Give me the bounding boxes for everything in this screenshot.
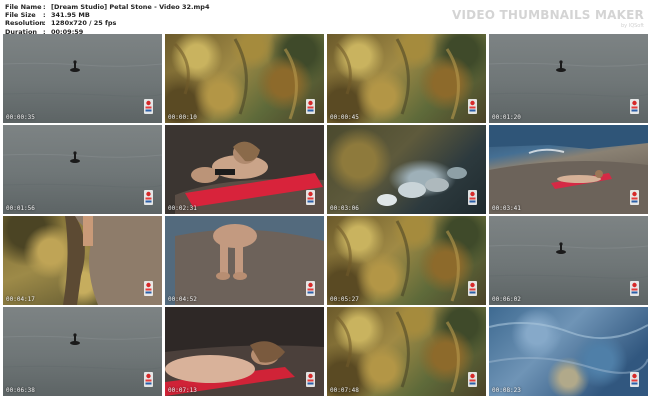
resolution-value: 1280x720 / 25 fps — [51, 19, 117, 28]
file-size-row: File Size : 341.95 MB — [5, 11, 90, 20]
brand-title: VIDEO THUMBNAILS MAKER — [452, 8, 644, 22]
studio-logo-icon — [306, 281, 315, 296]
video-thumbnail[interactable]: 00:06:02 — [489, 216, 648, 305]
resolution-row: Resolution : 1280x720 / 25 fps — [5, 19, 117, 28]
video-thumbnail[interactable]: 00:02:31 — [165, 125, 324, 214]
studio-logo-icon — [630, 281, 639, 296]
file-name-row: File Name : [Dream Studio] Petal Stone -… — [5, 3, 210, 11]
file-size-value: 341.95 MB — [51, 11, 90, 20]
video-thumbnail[interactable]: 00:00:35 — [3, 34, 162, 123]
studio-logo-icon — [630, 99, 639, 114]
thumbnail-timestamp: 00:00:10 — [168, 114, 197, 121]
thumbnail-timestamp: 00:06:38 — [6, 387, 35, 394]
brand-subtitle: by IQSoft — [621, 23, 644, 29]
thumbnail-timestamp: 00:03:41 — [492, 205, 521, 212]
thumbnail-timestamp: 00:01:56 — [6, 205, 35, 212]
thumbnail-timestamp: 00:07:48 — [330, 387, 359, 394]
info-header: File Name : [Dream Studio] Petal Stone -… — [0, 0, 650, 36]
video-thumbnail[interactable]: 00:07:13 — [165, 307, 324, 396]
video-thumbnail[interactable]: 00:01:56 — [3, 125, 162, 214]
studio-logo-icon — [468, 99, 477, 114]
studio-logo-icon — [144, 190, 153, 205]
studio-logo-icon — [468, 372, 477, 387]
video-thumbnail[interactable]: 00:03:06 — [327, 125, 486, 214]
studio-logo-icon — [144, 281, 153, 296]
video-thumbnail[interactable]: 00:07:48 — [327, 307, 486, 396]
thumbnail-timestamp: 00:01:20 — [492, 114, 521, 121]
video-thumbnail[interactable]: 00:05:27 — [327, 216, 486, 305]
video-thumbnail[interactable]: 00:03:41 — [489, 125, 648, 214]
file-size-label: File Size — [5, 11, 36, 20]
video-thumbnail[interactable]: 00:01:20 — [489, 34, 648, 123]
studio-logo-icon — [306, 190, 315, 205]
thumbnail-timestamp: 00:00:35 — [6, 114, 35, 121]
studio-logo-icon — [468, 190, 477, 205]
video-thumbnail[interactable]: 00:08:23 — [489, 307, 648, 396]
video-thumbnail[interactable]: 00:00:10 — [165, 34, 324, 123]
thumbnail-timestamp: 00:03:06 — [330, 205, 359, 212]
thumbnail-grid: 00:00:35 00:00:10 00:00:45 00:01:20 00:01:56… — [3, 34, 648, 396]
studio-logo-icon — [630, 372, 639, 387]
thumbnail-timestamp: 00:04:17 — [6, 296, 35, 303]
thumbnail-timestamp: 00:06:02 — [492, 296, 521, 303]
studio-logo-icon — [144, 99, 153, 114]
thumbnail-timestamp: 00:04:52 — [168, 296, 197, 303]
thumbnail-timestamp: 00:02:31 — [168, 205, 197, 212]
file-name-value: [Dream Studio] Petal Stone - Video 32.mp… — [51, 3, 210, 11]
brand-watermark: VIDEO THUMBNAILS MAKER by IQSoft — [452, 8, 644, 29]
thumbnail-timestamp: 00:05:27 — [330, 296, 359, 303]
studio-logo-icon — [468, 281, 477, 296]
thumbnail-timestamp: 00:07:13 — [168, 387, 197, 394]
video-thumbnail[interactable]: 00:06:38 — [3, 307, 162, 396]
video-thumbnail[interactable]: 00:04:52 — [165, 216, 324, 305]
studio-logo-icon — [630, 190, 639, 205]
file-name-label: File Name — [5, 3, 42, 11]
file-info: File Name : [Dream Studio] Petal Stone -… — [5, 3, 209, 36]
studio-logo-icon — [306, 372, 315, 387]
thumbnail-timestamp: 00:00:45 — [330, 114, 359, 121]
video-thumbnail[interactable]: 00:00:45 — [327, 34, 486, 123]
thumbnail-timestamp: 00:08:23 — [492, 387, 521, 394]
resolution-label: Resolution — [5, 19, 45, 28]
video-thumbnail[interactable]: 00:04:17 — [3, 216, 162, 305]
studio-logo-icon — [144, 372, 153, 387]
studio-logo-icon — [306, 99, 315, 114]
